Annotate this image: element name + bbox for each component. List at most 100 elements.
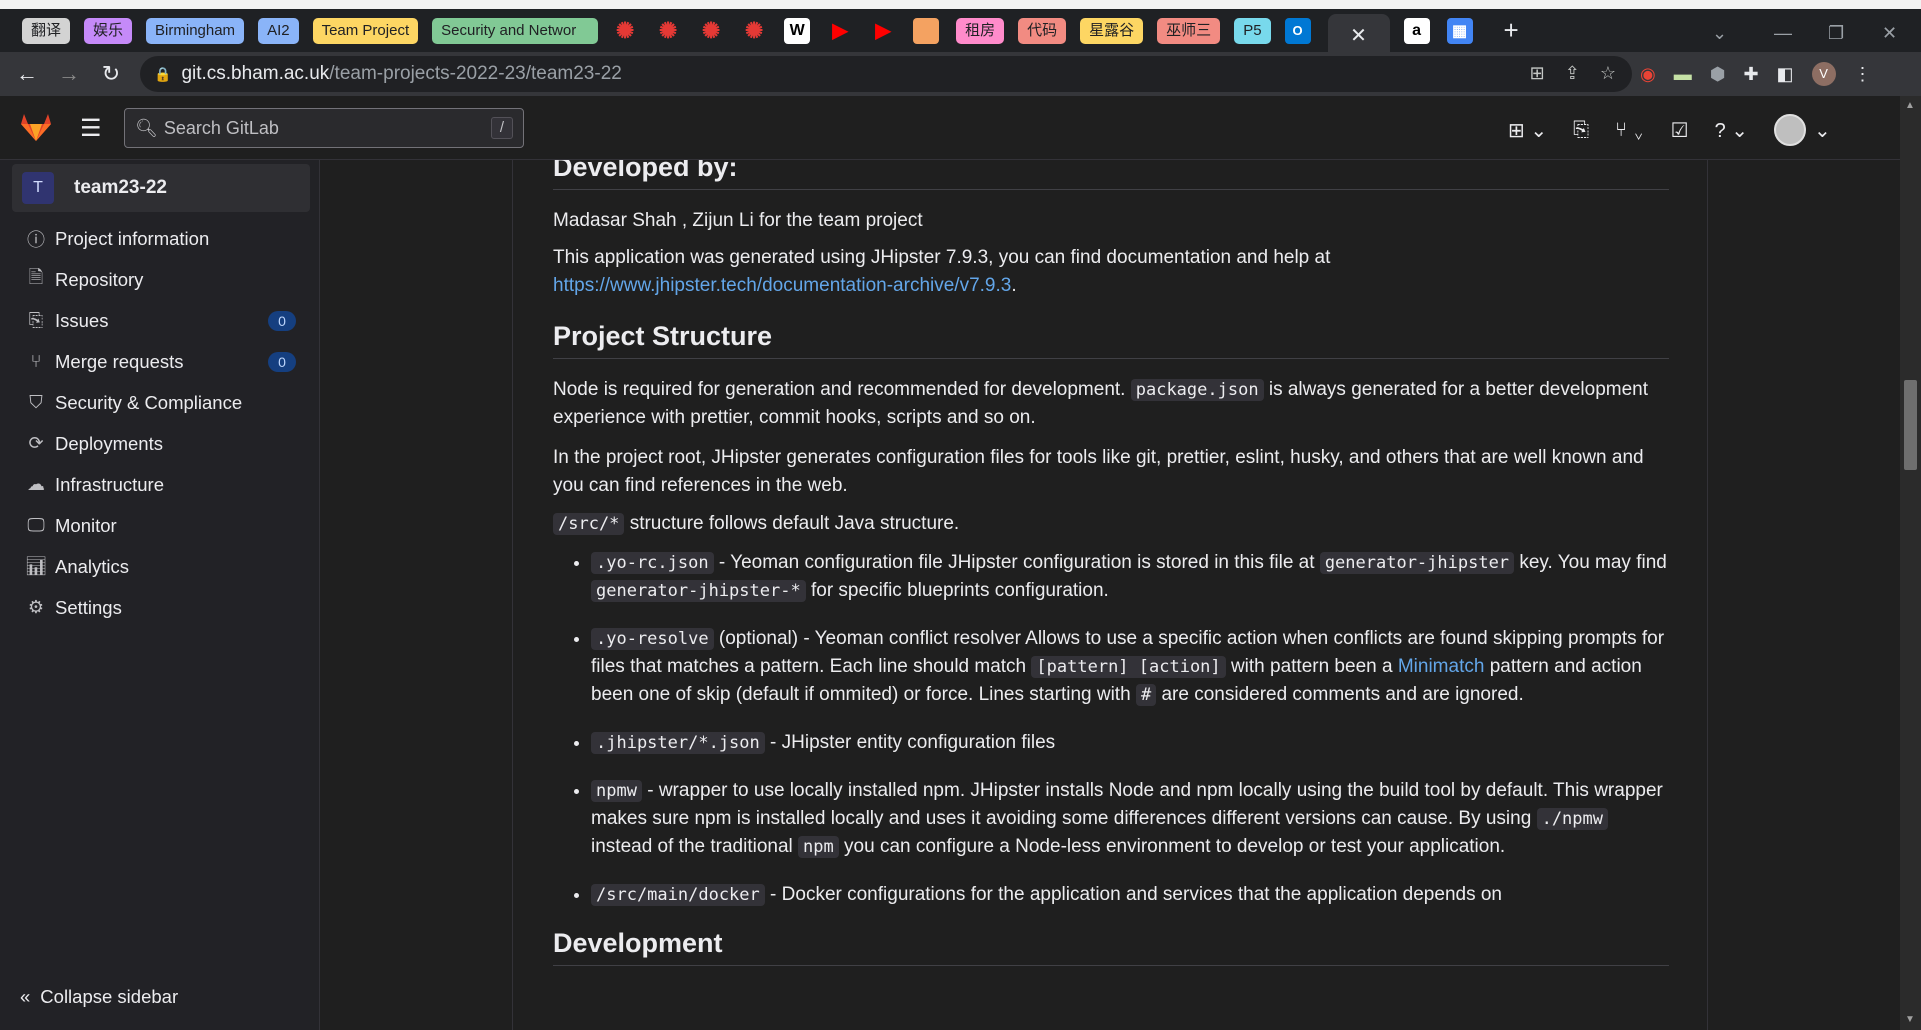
search-input[interactable]: 🔍︎ Search GitLab /	[124, 108, 524, 148]
issues-count-badge: 0	[268, 311, 296, 331]
scroll-up-arrow-icon[interactable]: ▲	[1905, 100, 1915, 111]
tab-group-ai2[interactable]: AI2	[258, 17, 299, 44]
inline-code: /src/*	[553, 513, 625, 535]
sidebar-item-infrastructure[interactable]: ☁ Infrastructure	[0, 464, 320, 505]
tab-group-daima[interactable]: 代码	[1018, 17, 1067, 44]
collapse-sidebar-button[interactable]: « Collapse sidebar	[20, 986, 178, 1008]
jhipster-docs-link[interactable]: https://www.jhipster.tech/documentation-…	[553, 275, 1011, 296]
share-icon[interactable]: ⇪	[1565, 63, 1580, 84]
list-text: - wrapper to use locally installed npm. …	[591, 780, 1663, 829]
tab-group-wushisan[interactable]: 巫师三	[1157, 17, 1221, 44]
sidebar-item-settings[interactable]: ⚙ Settings	[0, 587, 320, 628]
tab-group-xingluogu[interactable]: 星露谷	[1080, 17, 1144, 44]
scroll-down-arrow-icon[interactable]: ▼	[1905, 1014, 1915, 1025]
amazon-favicon-icon[interactable]: a	[1403, 17, 1430, 44]
list-text: - Docker configurations for the applicat…	[770, 884, 1502, 905]
doc-icon: 🗎︎	[28, 266, 44, 287]
new-tab-button[interactable]: +	[1504, 15, 1519, 46]
list-text: with pattern been a	[1230, 656, 1393, 677]
tab-group-p5[interactable]: P5	[1234, 17, 1271, 44]
close-tab-icon[interactable]: ✕	[1350, 23, 1367, 48]
deployments-icon: ⟳	[28, 433, 44, 453]
tab-group-birmingham[interactable]: Birmingham	[146, 17, 245, 44]
tab-group-fanyi[interactable]: 翻译	[22, 17, 71, 44]
page-scrollbar[interactable]: ▲ ▼	[1900, 96, 1921, 1030]
settings-gear-favicon-icon[interactable]: ✺	[741, 18, 767, 44]
tab-group-security[interactable]: Security and Networ	[432, 17, 599, 44]
translate-icon[interactable]: ⊞	[1530, 63, 1545, 84]
tab-search-chevron-icon[interactable]: ⌄	[1712, 23, 1727, 44]
list-text: you can configure a Node-less environmen…	[844, 836, 1506, 857]
extension-cube-icon[interactable]: ⬢	[1710, 64, 1726, 85]
table-favicon-icon[interactable]: ▦	[1446, 17, 1473, 44]
src-text: structure follows default Java structure…	[629, 513, 960, 534]
list-text: are considered comments and are ignored.	[1161, 684, 1524, 705]
help-dropdown-icon[interactable]: ? ⌄	[1715, 118, 1748, 143]
side-panel-icon[interactable]: ◧	[1777, 64, 1794, 85]
merge-requests-count-badge: 0	[268, 352, 296, 372]
address-bar[interactable]: 🔒 git.cs.bham.ac.uk/team-projects-2022-2…	[140, 56, 1632, 92]
puzzle-extensions-icon[interactable]: ✚	[1743, 64, 1758, 85]
url-path: /team-projects-2022-23/team23-22	[329, 63, 622, 84]
tab-group-team-project[interactable]: Team Project	[312, 17, 419, 44]
list-text: - Yeoman configuration file JHipster con…	[718, 552, 1315, 573]
user-menu[interactable]: ⌄	[1774, 114, 1831, 146]
chevron-down-icon[interactable]: ⌄	[1814, 118, 1831, 143]
settings-gear-favicon-icon[interactable]: ✺	[698, 18, 724, 44]
cloud-icon: ☁	[27, 474, 45, 494]
sidebar-item-repository[interactable]: 🗎︎ Repository	[0, 259, 320, 300]
profile-avatar[interactable]: V	[1811, 62, 1836, 86]
inline-code: npmw	[591, 780, 642, 802]
sidebar-item-deployments[interactable]: ⟳ Deployments	[0, 423, 320, 464]
project-icon: ⓘ	[27, 229, 45, 250]
avatar[interactable]	[1774, 114, 1807, 146]
youtube-favicon-icon[interactable]: ▶	[827, 18, 853, 44]
youtube-favicon-icon[interactable]: ▶	[870, 18, 896, 44]
sidebar-item-label: Repository	[55, 268, 144, 290]
sidebar-item-monitor[interactable]: 🖵 Monitor	[0, 505, 320, 546]
sidebar-item-issues[interactable]: ⎘ Issues 0	[0, 300, 320, 341]
reload-icon[interactable]: ↻	[90, 61, 132, 87]
forward-arrow-icon[interactable]: →	[48, 61, 90, 87]
extensions-area: ◉ ▬ ⬢ ✚ ◧ V ⋮	[1640, 62, 1872, 86]
todo-check-icon[interactable]: ☑	[1671, 118, 1689, 143]
inline-code: generator-jhipster	[1319, 552, 1515, 574]
minimatch-link[interactable]: Minimatch	[1398, 656, 1485, 677]
app-favicon-icon[interactable]	[913, 17, 940, 44]
development-heading: Development	[553, 929, 1669, 966]
close-window-icon[interactable]: ✕	[1882, 23, 1897, 44]
issues-icon[interactable]: ⎘	[1573, 119, 1589, 142]
generated-paragraph: This application was generated using JHi…	[553, 247, 1331, 296]
settings-gear-favicon-icon[interactable]: ✺	[655, 18, 681, 44]
browser-tab-strip: 翻译 娱乐 Birmingham AI2 Team Project Securi…	[0, 0, 1921, 57]
sidebar-item-security-compliance[interactable]: ⛉ Security & Compliance	[0, 382, 320, 423]
project-header[interactable]: T team23-22	[12, 164, 310, 212]
merge-requests-dropdown-icon[interactable]: ⑂ ⌄	[1615, 119, 1645, 142]
sidebar-item-project-information[interactable]: ⓘ Project information	[0, 218, 320, 259]
bookmark-star-icon[interactable]: ☆	[1600, 63, 1616, 84]
outlook-favicon-icon[interactable]: O	[1284, 17, 1311, 44]
back-arrow-icon[interactable]: ←	[6, 61, 48, 87]
node-paragraph: Node is required for generation and reco…	[553, 376, 1669, 432]
tab-group-yule[interactable]: 娱乐	[84, 17, 133, 44]
extension-icon[interactable]: ▬	[1674, 64, 1692, 85]
active-tab[interactable]: ✕	[1327, 13, 1390, 57]
chrome-extension-icon[interactable]: ◉	[1640, 64, 1656, 85]
lock-icon[interactable]: 🔒	[154, 66, 171, 83]
sidebar-item-analytics[interactable]: 📊︎ Analytics	[0, 546, 320, 587]
hamburger-menu-icon[interactable]: ☰	[80, 114, 102, 143]
tab-group-zufang[interactable]: 租房	[956, 17, 1005, 44]
scrollbar-thumb[interactable]	[1904, 380, 1917, 470]
restore-icon[interactable]: ❐	[1828, 23, 1844, 44]
gitlab-logo-icon[interactable]	[20, 112, 52, 142]
more-menu-icon[interactable]: ⋮	[1854, 64, 1872, 85]
wikipedia-favicon-icon[interactable]: W	[784, 17, 811, 44]
settings-gear-favicon-icon[interactable]: ✺	[612, 18, 638, 44]
sidebar-item-merge-requests[interactable]: ⑂ Merge requests 0	[0, 341, 320, 382]
list-item: npmw - wrapper to use locally installed …	[591, 777, 1669, 861]
create-new-dropdown-icon[interactable]: ⊞ ⌄	[1508, 118, 1547, 143]
list-item: .yo-resolve (optional) - Yeoman conflict…	[591, 625, 1669, 709]
browser-toolbar: ← → ↻ 🔒 git.cs.bham.ac.uk/team-projects-…	[0, 52, 1921, 96]
minimize-icon[interactable]: —	[1774, 23, 1792, 44]
inline-code: generator-jhipster-*	[591, 580, 806, 602]
